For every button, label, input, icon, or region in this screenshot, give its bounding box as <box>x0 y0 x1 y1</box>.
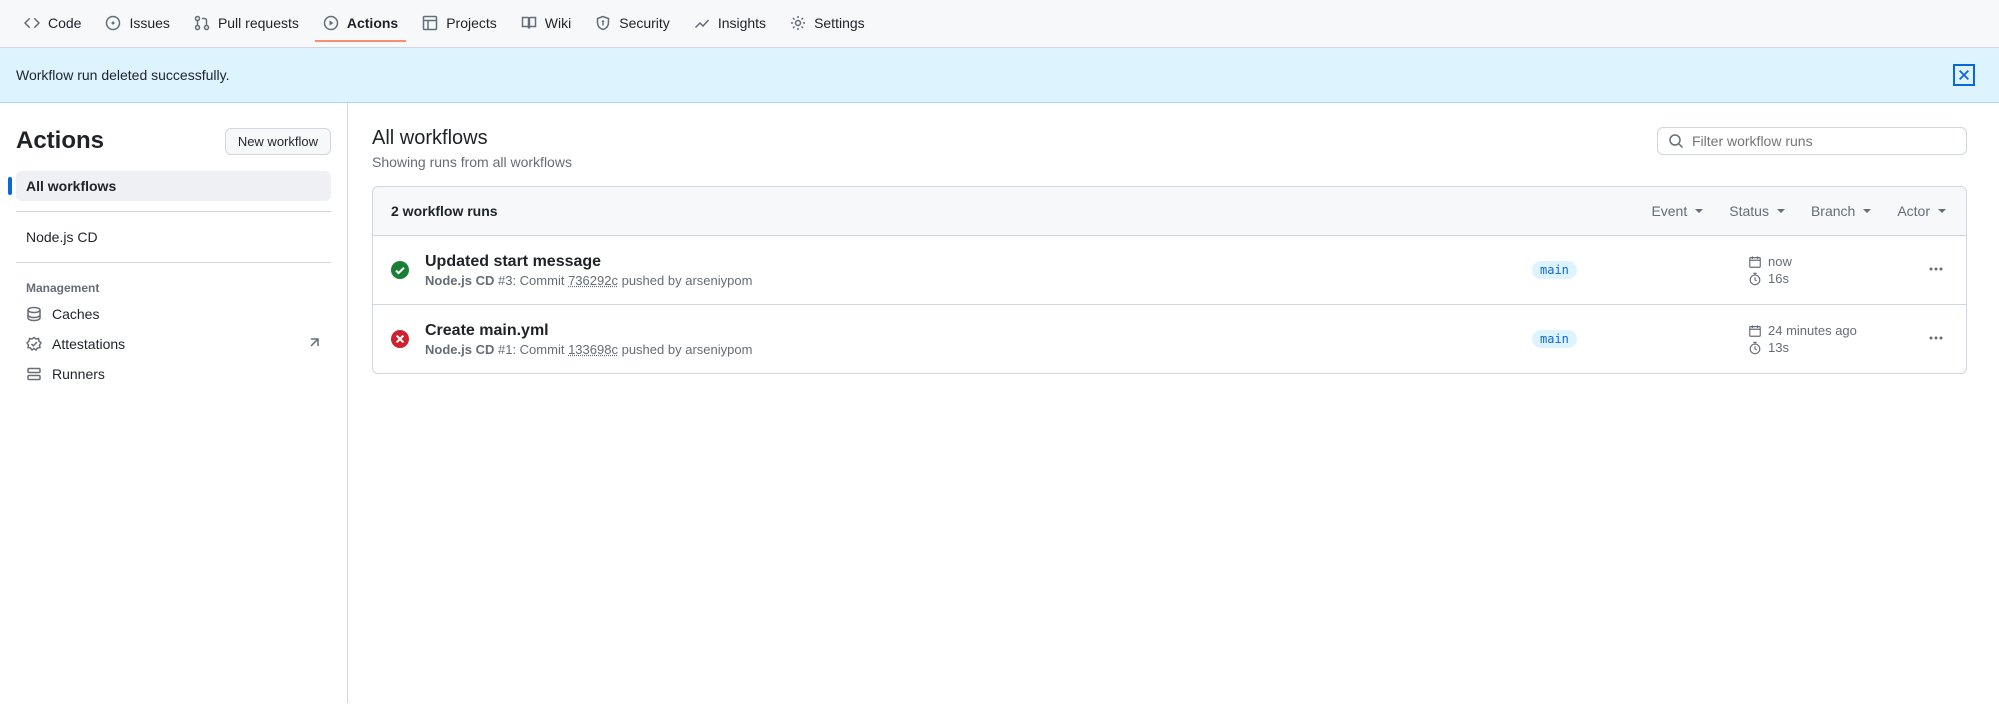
run-row[interactable]: Updated start message Node.js CD #3: Com… <box>373 236 1966 305</box>
code-icon <box>24 15 40 31</box>
page-subtitle: Showing runs from all workflows <box>372 154 572 170</box>
calendar-icon <box>1748 324 1762 338</box>
failure-icon <box>391 330 409 348</box>
nav-settings[interactable]: Settings <box>782 5 873 43</box>
flash-message: Workflow run deleted successfully. <box>16 67 229 83</box>
nav-insights[interactable]: Insights <box>686 5 774 43</box>
nav-label: Actions <box>347 15 398 31</box>
sidebar-caches[interactable]: Caches <box>16 299 331 329</box>
nav-label: Insights <box>718 15 766 31</box>
stopwatch-icon <box>1748 272 1762 286</box>
nav-issues[interactable]: Issues <box>97 5 177 43</box>
filter-actor[interactable]: Actor <box>1897 203 1948 219</box>
shield-icon <box>595 15 611 31</box>
external-link-icon <box>305 336 321 352</box>
run-actions-menu[interactable] <box>1924 257 1948 284</box>
nav-label: Code <box>48 15 81 31</box>
gear-icon <box>790 15 806 31</box>
nav-label: Projects <box>446 15 497 31</box>
caret-down-icon <box>1775 205 1787 217</box>
actor-link[interactable]: arseniypom <box>685 342 752 357</box>
nav-label: Wiki <box>545 15 571 31</box>
nav-pull-requests[interactable]: Pull requests <box>186 5 307 43</box>
run-timing: now 16s <box>1748 252 1908 288</box>
sidebar-runners[interactable]: Runners <box>16 359 331 389</box>
run-actions-menu[interactable] <box>1924 326 1948 353</box>
kebab-icon <box>1928 330 1944 346</box>
run-row[interactable]: Create main.yml Node.js CD #1: Commit 13… <box>373 305 1966 373</box>
run-title: Updated start message <box>425 253 1516 271</box>
commit-link[interactable]: 736292c <box>568 273 618 288</box>
filter-label: Event <box>1651 203 1687 219</box>
runs-count: 2 workflow runs <box>391 203 498 219</box>
runners-icon <box>26 366 42 382</box>
nav-security[interactable]: Security <box>587 5 678 43</box>
filter-label: Actor <box>1897 203 1930 219</box>
caret-down-icon <box>1936 205 1948 217</box>
nav-label: Settings <box>814 15 865 31</box>
filter-branch[interactable]: Branch <box>1811 203 1873 219</box>
caret-down-icon <box>1693 205 1705 217</box>
actor-link[interactable]: arseniypom <box>685 273 752 288</box>
new-workflow-button[interactable]: New workflow <box>225 128 331 155</box>
nav-code[interactable]: Code <box>16 5 89 43</box>
book-icon <box>521 15 537 31</box>
flash-close-button[interactable] <box>1953 64 1975 86</box>
filter-event[interactable]: Event <box>1651 203 1705 219</box>
sidebar-item-label: All workflows <box>26 178 116 194</box>
nav-actions[interactable]: Actions <box>315 5 406 43</box>
caret-down-icon <box>1861 205 1873 217</box>
stopwatch-icon <box>1748 341 1762 355</box>
sidebar-item-label: Attestations <box>52 336 125 352</box>
runs-table: 2 workflow runs Event Status Branch <box>372 186 1967 374</box>
issue-icon <box>105 15 121 31</box>
caches-icon <box>26 306 42 322</box>
run-timing: 24 minutes ago 13s <box>1748 321 1908 357</box>
run-title: Create main.yml <box>425 322 1516 340</box>
sidebar-title: Actions <box>16 127 104 155</box>
main-content: All workflows Showing runs from all work… <box>348 103 1999 703</box>
play-icon <box>323 15 339 31</box>
branch-badge[interactable]: main <box>1532 330 1577 348</box>
sidebar-item-label: Caches <box>52 306 99 322</box>
close-icon <box>1957 68 1971 82</box>
filter-label: Status <box>1729 203 1769 219</box>
branch-badge[interactable]: main <box>1532 261 1577 279</box>
sidebar: Actions New workflow All workflows Node.… <box>0 103 348 703</box>
nav-label: Issues <box>129 15 169 31</box>
page-title: All workflows <box>372 127 572 150</box>
sidebar-attestations[interactable]: Attestations <box>16 329 331 359</box>
kebab-icon <box>1928 261 1944 277</box>
flash-banner: Workflow run deleted successfully. <box>0 48 1999 103</box>
filter-search[interactable] <box>1657 127 1967 155</box>
sidebar-item-label: Node.js CD <box>26 229 98 245</box>
calendar-icon <box>1748 255 1762 269</box>
repo-nav: Code Issues Pull requests Actions Projec… <box>0 0 1999 48</box>
sidebar-workflow-item[interactable]: Node.js CD <box>16 222 331 252</box>
git-pull-icon <box>194 15 210 31</box>
sidebar-management-heading: Management <box>16 273 331 299</box>
sidebar-item-label: Runners <box>52 366 105 382</box>
success-icon <box>391 261 409 279</box>
nav-wiki[interactable]: Wiki <box>513 5 579 43</box>
graph-icon <box>694 15 710 31</box>
nav-projects[interactable]: Projects <box>414 5 505 43</box>
sidebar-all-workflows[interactable]: All workflows <box>16 171 331 201</box>
run-meta: Node.js CD #1: Commit 133698c pushed by … <box>425 342 1516 357</box>
search-input[interactable] <box>1692 133 1956 149</box>
runs-header: 2 workflow runs Event Status Branch <box>373 187 1966 236</box>
filter-label: Branch <box>1811 203 1855 219</box>
filter-status[interactable]: Status <box>1729 203 1787 219</box>
commit-link[interactable]: 133698c <box>568 342 618 357</box>
nav-label: Security <box>619 15 670 31</box>
run-meta: Node.js CD #3: Commit 736292c pushed by … <box>425 273 1516 288</box>
nav-label: Pull requests <box>218 15 299 31</box>
project-icon <box>422 15 438 31</box>
search-icon <box>1668 133 1684 149</box>
verified-icon <box>26 336 42 352</box>
